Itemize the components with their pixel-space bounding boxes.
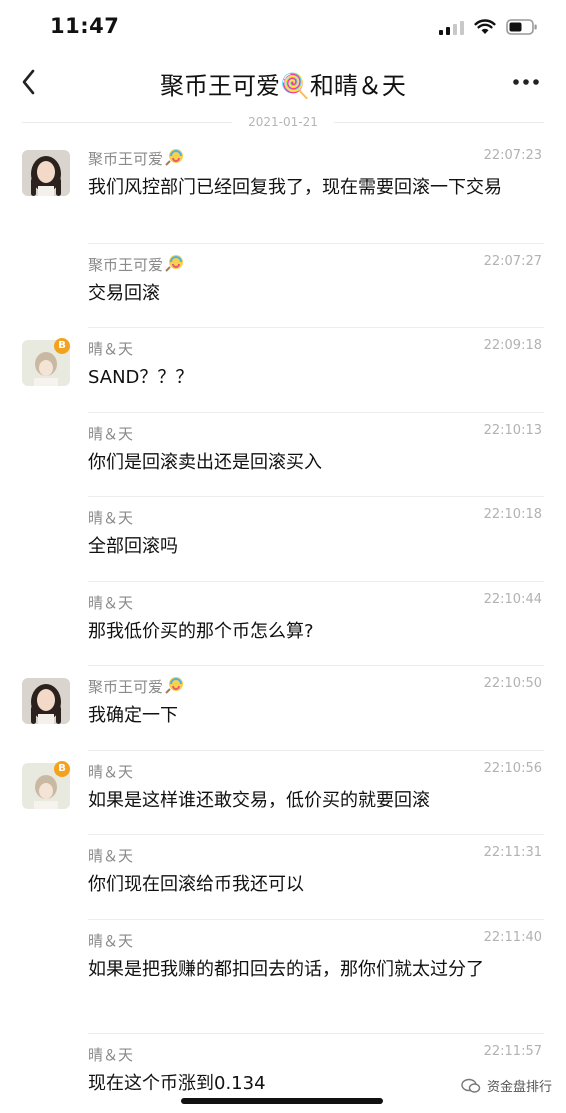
message-time: 22:07:23: [483, 148, 542, 163]
message-time: 22:09:18: [483, 338, 542, 353]
avatar[interactable]: [22, 678, 70, 724]
message-text: 全部回滚吗: [88, 536, 178, 557]
message-item[interactable]: 聚币王可爱 22:07:27 交易回滚: [0, 244, 566, 328]
status-icons: [439, 18, 538, 35]
message-text: SAND？？？: [88, 367, 194, 388]
message-item[interactable]: 晴＆天 22:11:40 如果是把我赚的都扣回去的话，那你们就太过分了: [0, 920, 566, 1034]
message-item[interactable]: 聚币王可爱 22:10:50 我确定一下: [0, 666, 566, 751]
more-dots-icon: [513, 79, 539, 85]
sender-name: 晴＆天: [88, 932, 134, 950]
sender-name: 晴＆天: [88, 509, 134, 527]
date-separator: 2021-01-21: [0, 112, 566, 132]
status-bar: 11:47: [0, 0, 566, 54]
sender-name: 晴＆天: [88, 763, 134, 781]
message-time: 22:10:50: [483, 676, 542, 691]
more-button[interactable]: [510, 68, 542, 96]
message-item[interactable]: 晴＆天 22:11:31 你们现在回滚给币我还可以: [0, 835, 566, 920]
cellular-signal-icon: [439, 19, 464, 35]
back-button[interactable]: [16, 64, 48, 100]
sender-name: 聚币王可爱: [88, 676, 185, 697]
bitcoin-badge-icon: B: [54, 761, 70, 777]
message-time: 22:11:31: [483, 845, 542, 860]
wechat-icon: [461, 1078, 481, 1093]
lollipop-icon: [165, 255, 184, 272]
message-time: 22:10:13: [483, 423, 542, 438]
girl-avatar-icon: [22, 678, 70, 724]
sender-name: 晴＆天: [88, 425, 134, 443]
message-text: 如果是把我赚的都扣回去的话，那你们就太过分了: [88, 959, 484, 980]
home-indicator[interactable]: [181, 1098, 383, 1104]
girl-avatar-icon: [22, 150, 70, 196]
status-time: 11:47: [50, 14, 120, 38]
message-item[interactable]: 晴＆天 22:10:18 全部回滚吗: [0, 497, 566, 582]
bitcoin-badge-icon: B: [54, 338, 70, 354]
message-text: 你们是回滚卖出还是回滚买入: [88, 452, 322, 473]
message-time: 22:07:27: [483, 254, 542, 269]
message-text: 那我低价买的那个币怎么算?: [88, 621, 314, 642]
chat-title: 聚币王可爱🍭和晴＆天: [160, 72, 406, 100]
message-text: 我们风控部门已经回复我了，现在需要回滚一下交易: [88, 177, 502, 198]
message-text: 交易回滚: [88, 283, 160, 304]
sender-name: 晴＆天: [88, 847, 134, 865]
sender-name: 聚币王可爱: [88, 254, 185, 275]
divider: [334, 122, 544, 123]
wifi-icon: [474, 19, 496, 34]
battery-icon: [506, 18, 537, 35]
sender-name: 晴＆天: [88, 340, 134, 358]
sender-name: 聚币王可爱: [88, 148, 185, 169]
message-item[interactable]: 聚币王可爱 22:07:23 我们风控部门已经回复我了，现在需要回滚一下交易: [0, 138, 566, 244]
chevron-left-icon: [22, 69, 35, 95]
message-time: 22:11:40: [483, 930, 542, 945]
message-text: 如果是这样谁还敢交易，低价买的就要回滚: [88, 790, 430, 811]
message-item[interactable]: 晴＆天 22:10:44 那我低价买的那个币怎么算?: [0, 582, 566, 666]
watermark: 资金盘排行: [461, 1076, 552, 1095]
lollipop-icon: [165, 677, 184, 694]
message-item[interactable]: 晴＆天 22:10:13 你们是回滚卖出还是回滚买入: [0, 413, 566, 497]
message-item[interactable]: B 晴＆天 22:10:56 如果是这样谁还敢交易，低价买的就要回滚: [0, 751, 566, 835]
nav-bar: 聚币王可爱🍭和晴＆天: [0, 54, 566, 110]
lollipop-icon: [165, 149, 184, 166]
message-text: 我确定一下: [88, 705, 178, 726]
message-time: 22:10:18: [483, 507, 542, 522]
sender-name: 晴＆天: [88, 594, 134, 612]
avatar[interactable]: [22, 150, 70, 196]
message-time: 22:10:56: [483, 761, 542, 776]
watermark-text: 资金盘排行: [486, 1080, 552, 1095]
sender-name: 晴＆天: [88, 1046, 134, 1064]
message-time: 22:10:44: [483, 592, 542, 607]
message-text: 你们现在回滚给币我还可以: [88, 874, 304, 895]
message-time: 22:11:57: [483, 1044, 542, 1059]
message-item[interactable]: B 晴＆天 22:09:18 SAND？？？: [0, 328, 566, 413]
